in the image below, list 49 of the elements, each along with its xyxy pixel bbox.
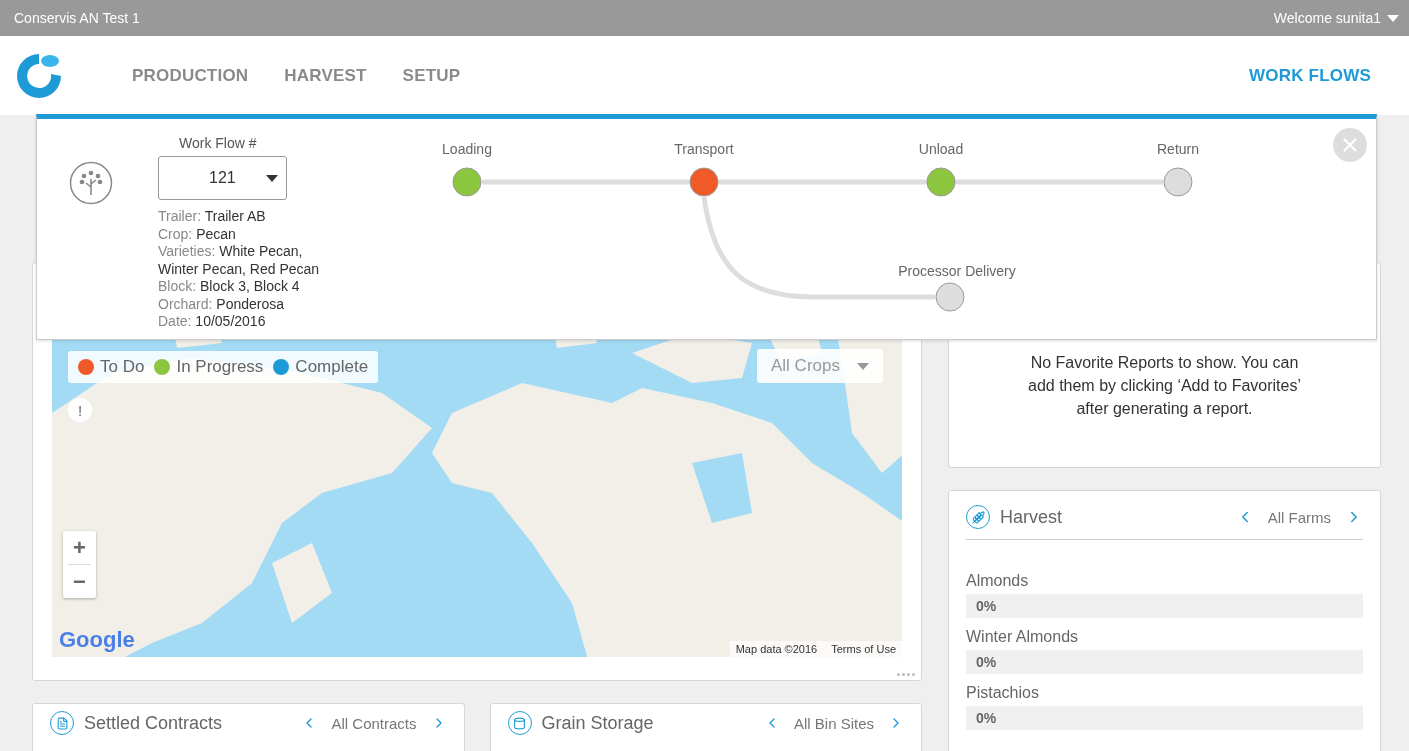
progress-reading: 0% <box>975 598 997 614</box>
step-label: Processor Delivery <box>898 263 1016 279</box>
step-label: Unload <box>918 141 964 157</box>
legend-label: In Progress <box>176 357 264 377</box>
nav-tab[interactable]: PRODUCTION <box>132 65 249 86</box>
step-label: Return <box>1157 141 1199 157</box>
card-title: Grain Storage <box>541 712 654 734</box>
workflow-dropdown[interactable]: 121 <box>158 156 287 200</box>
legend-label: To Do <box>100 357 145 377</box>
detail-line: Crop: Pecan <box>158 225 237 243</box>
field-label: Work Flow # <box>179 135 257 151</box>
step-node[interactable] <box>935 282 965 312</box>
detail-line: Block: Block 3, Block 4 <box>158 278 301 296</box>
zoom-in-button[interactable]: + <box>63 531 96 564</box>
work-flows-link[interactable]: WORK FLOWS <box>1249 65 1371 86</box>
progress-reading: 0% <box>975 654 997 670</box>
card-title: Settled Contracts <box>84 712 223 734</box>
step-node[interactable] <box>926 167 956 197</box>
crop-label: Winter Almonds <box>966 628 1080 646</box>
detail-line: Trailer: Trailer AB <box>158 208 267 226</box>
terms-link[interactable]: Terms of Use <box>831 643 896 655</box>
step-label: Loading <box>442 141 492 157</box>
crop-label: Pistachios <box>966 684 1040 702</box>
crop-label: Almonds <box>966 572 1030 590</box>
crop-dropdown[interactable]: All Crops <box>757 349 883 383</box>
card-title: Harvest <box>1000 506 1062 528</box>
user-menu[interactable]: Welcome sunita1 <box>1273 10 1399 26</box>
filter-label[interactable]: All Farms <box>1267 508 1331 526</box>
legend-label: Complete <box>295 357 369 377</box>
google-logo: Google <box>59 627 135 653</box>
nav-tab[interactable]: SETUP <box>402 65 461 86</box>
step-node[interactable] <box>689 167 719 197</box>
resize-handle[interactable] <box>897 673 915 676</box>
detail-line: Varieties: White Pecan, Winter Pecan, Red Pecan <box>158 243 321 278</box>
step-node[interactable] <box>1163 167 1193 197</box>
tree-icon <box>69 161 113 205</box>
detail-line: Orchard: Ponderosa <box>158 295 286 313</box>
step-node[interactable] <box>452 167 482 197</box>
map-data-text: Map data ©2016 <box>735 643 818 655</box>
nav-tab[interactable]: HARVEST <box>284 65 367 86</box>
caret-icon[interactable] <box>266 174 278 182</box>
empty-message: No Favorite Reports to show. You can add them by clicking ‘Add to Favorites’ after generating a report. <box>1027 353 1302 419</box>
app-title: Conservis AN Test 1 <box>14 10 140 26</box>
detail-line: Date: 10/05/2016 <box>158 313 267 331</box>
zoom-out-button[interactable]: − <box>63 565 96 598</box>
step-label: Transport <box>674 141 734 157</box>
progress-reading: 0% <box>975 710 997 726</box>
filter-label[interactable]: All Contracts <box>331 714 417 732</box>
filter-label[interactable]: All Bin Sites <box>793 714 874 732</box>
